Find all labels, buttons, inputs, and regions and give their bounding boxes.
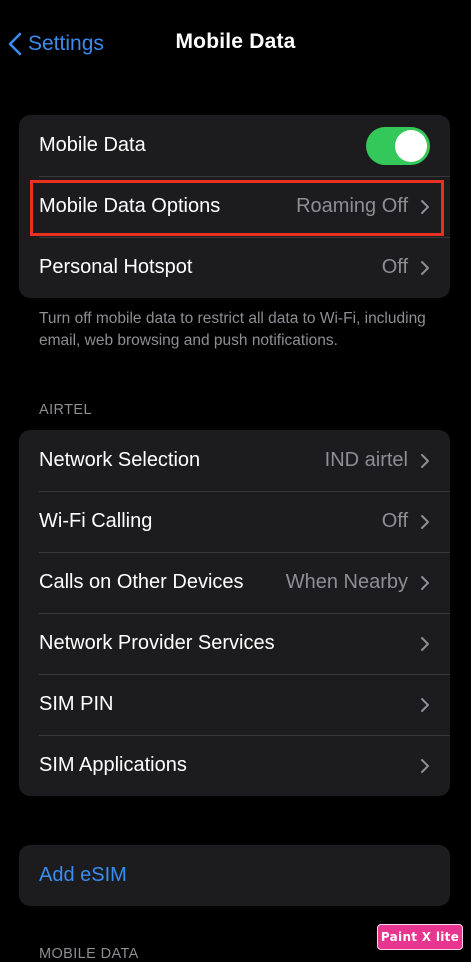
wifi-calling-row[interactable]: Wi-Fi Calling Off (19, 491, 450, 552)
personal-hotspot-row[interactable]: Personal Hotspot Off (19, 237, 450, 298)
mobile-data-toggle[interactable] (366, 126, 430, 165)
wifi-calling-label: Wi-Fi Calling (39, 510, 153, 532)
add-esim-label: Add eSIM (39, 864, 127, 886)
mobile-data-label: Mobile Data (39, 134, 146, 156)
sim-applications-label: SIM Applications (39, 754, 187, 776)
carrier-group: Network Selection IND airtel Wi-Fi Calli… (19, 430, 450, 796)
mobile-data-options-value: Roaming Off (296, 195, 408, 217)
personal-hotspot-label: Personal Hotspot (39, 256, 193, 278)
personal-hotspot-value: Off (381, 256, 408, 278)
paint-x-lite-watermark: Paint X lite (377, 924, 463, 950)
sim-pin-row[interactable]: SIM PIN (19, 674, 450, 735)
carrier-section-header: AIRTEL (39, 402, 92, 418)
add-esim-button[interactable]: Add eSIM (19, 845, 450, 906)
mobile-data-footer-note: Turn off mobile data to restrict all dat… (39, 310, 426, 349)
calls-other-devices-row[interactable]: Calls on Other Devices When Nearby (19, 552, 450, 613)
network-provider-services-row[interactable]: Network Provider Services (19, 613, 450, 674)
page-title: Mobile Data (175, 30, 296, 53)
calls-other-devices-label: Calls on Other Devices (39, 571, 244, 593)
chevron-right-icon (421, 199, 429, 214)
mobile-data-row: Mobile Data (19, 115, 450, 176)
chevron-right-icon (421, 260, 429, 275)
chevron-right-icon (421, 514, 429, 529)
wifi-calling-value: Off (381, 510, 408, 532)
mobile-data-group: Mobile Data Mobile Data Options Roaming … (19, 115, 450, 298)
network-selection-row[interactable]: Network Selection IND airtel (19, 430, 450, 491)
navigation-bar: Settings Mobile Data (0, 0, 471, 88)
chevron-right-icon (421, 636, 429, 651)
chevron-right-icon (421, 697, 429, 712)
network-selection-label: Network Selection (39, 449, 201, 471)
sim-pin-label: SIM PIN (39, 693, 114, 715)
sim-applications-row[interactable]: SIM Applications (19, 735, 450, 796)
chevron-right-icon (421, 575, 429, 590)
mobile-data-options-row[interactable]: Mobile Data Options Roaming Off (19, 176, 450, 237)
network-provider-services-label: Network Provider Services (39, 632, 275, 654)
chevron-right-icon (421, 453, 429, 468)
network-selection-value: IND airtel (324, 449, 408, 471)
toggle-knob (395, 129, 427, 162)
esim-group: Add eSIM (19, 845, 450, 906)
calls-other-devices-value: When Nearby (285, 571, 408, 593)
mobile-data-options-label: Mobile Data Options (39, 195, 221, 217)
chevron-right-icon (421, 758, 429, 773)
